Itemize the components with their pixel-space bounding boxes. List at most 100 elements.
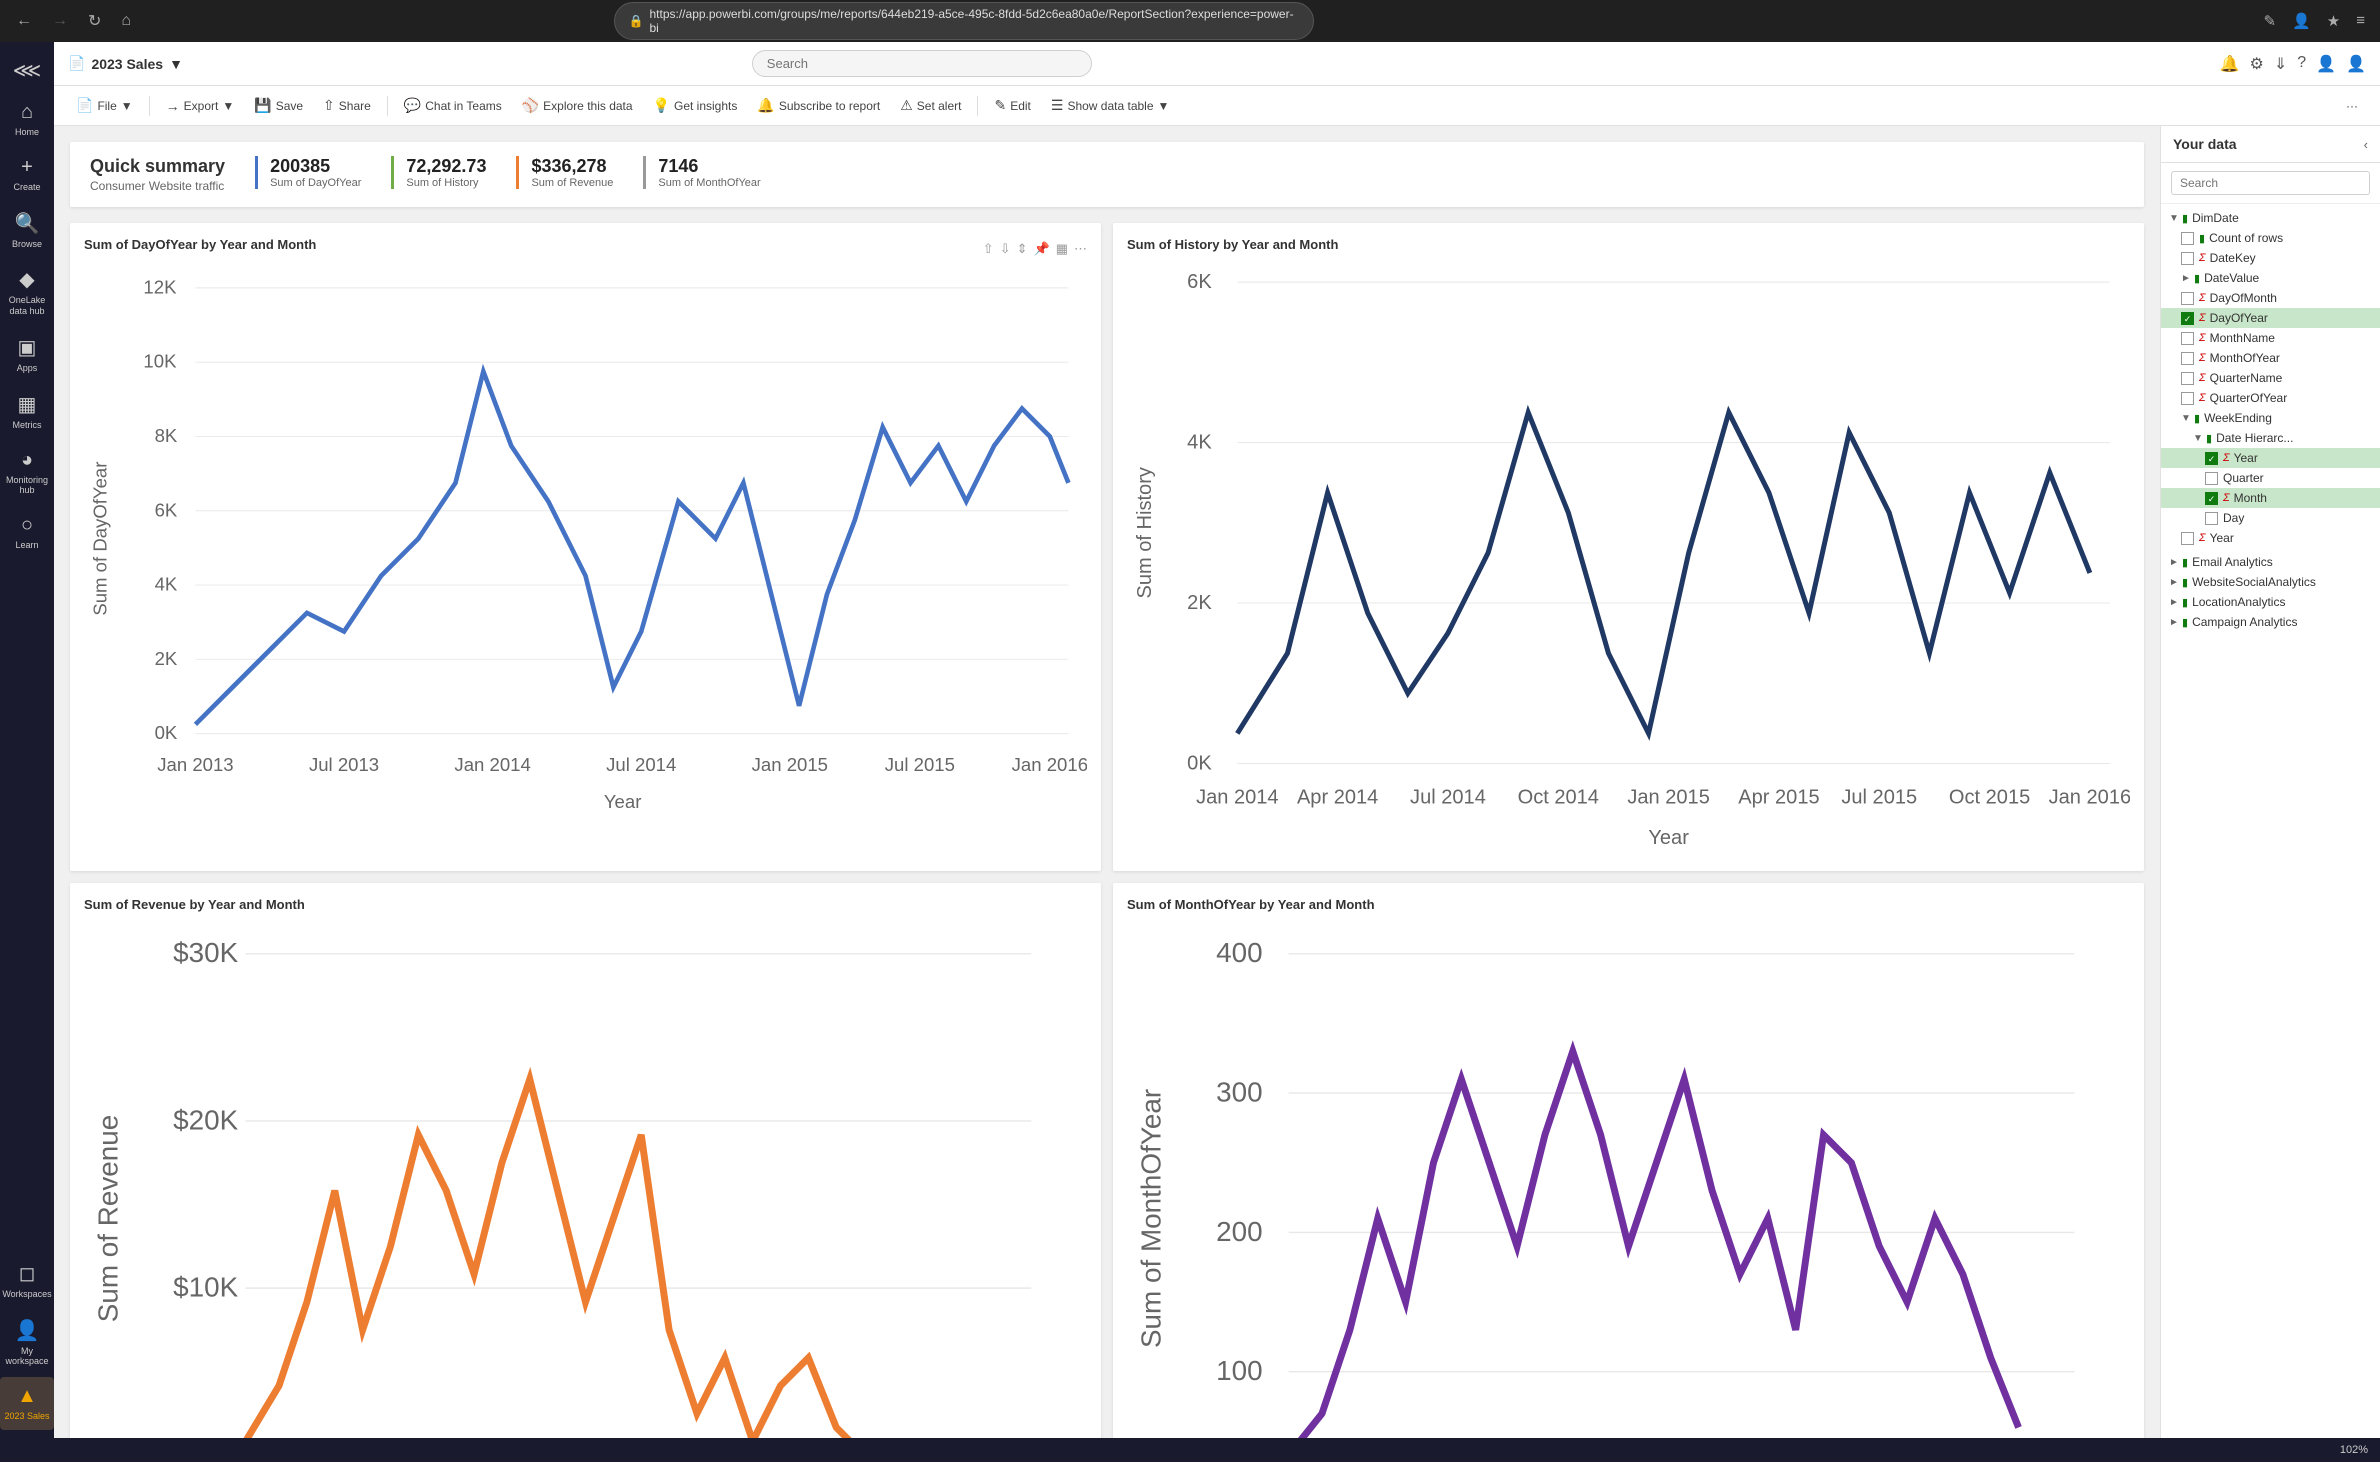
insights-button[interactable]: 💡 Get insights	[645, 93, 746, 118]
settings-icon[interactable]: ⚙	[2249, 54, 2263, 74]
table-button[interactable]: ☰ Show data table ▼	[1043, 93, 1178, 118]
dimdate-label: DimDate	[2192, 211, 2239, 225]
svg-text:Jul 2013: Jul 2013	[309, 754, 379, 775]
tree-location-analytics[interactable]: ► ▮ LocationAnalytics	[2161, 592, 2380, 612]
collapse-panel-button[interactable]: ‹	[2364, 137, 2368, 152]
cb-datekey[interactable]	[2181, 252, 2194, 265]
tree-count-rows[interactable]: ▮ Count of rows	[2161, 228, 2380, 248]
sidebar-item-waffle[interactable]: ⋘	[0, 50, 54, 91]
quick-summary: Quick summary Consumer Website traffic 2…	[70, 142, 2144, 207]
panel-title: Your data	[2173, 136, 2237, 152]
cb-month[interactable]	[2205, 492, 2218, 505]
tree-quarterofyear[interactable]: Σ QuarterOfYear	[2161, 388, 2380, 408]
forward-button[interactable]: →	[46, 10, 74, 32]
chart1-sort-col[interactable]: ⇕	[1017, 241, 1028, 257]
top-bar-icons: 🔔 ⚙ ⇓ ? 👤 👤	[2220, 54, 2366, 74]
charts-grid: Sum of DayOfYear by Year and Month ⇧ ⇩ ⇕…	[70, 223, 2144, 1438]
share-button[interactable]: ⇧ Share	[315, 93, 379, 118]
dayofmonth-sigma: Σ	[2199, 292, 2206, 304]
cb-year-plain[interactable]	[2181, 532, 2194, 545]
reload-button[interactable]: ↻	[82, 9, 107, 33]
cb-year[interactable]	[2205, 452, 2218, 465]
address-bar[interactable]: 🔒 https://app.powerbi.com/groups/me/repo…	[614, 2, 1314, 40]
cb-quartername[interactable]	[2181, 372, 2194, 385]
qs-heading: Quick summary	[90, 156, 225, 177]
tree-dayofmonth[interactable]: Σ DayOfMonth	[2161, 288, 2380, 308]
sidebar-item-learn[interactable]: ○ Learn	[0, 506, 54, 559]
tree-monthname[interactable]: Σ MonthName	[2161, 328, 2380, 348]
file-button[interactable]: 📄 File ▼	[68, 93, 141, 118]
top-bar: 📄 2023 Sales ▼ 🔔 ⚙ ⇓ ? 👤 👤	[54, 42, 2380, 86]
tree-campaign-analytics[interactable]: ► ▮ Campaign Analytics	[2161, 612, 2380, 632]
sidebar-item-my-workspace[interactable]: 👤 My workspace	[0, 1310, 54, 1376]
tree-email-analytics[interactable]: ► ▮ Email Analytics	[2161, 552, 2380, 572]
bookmark-icon[interactable]: ★	[2322, 10, 2345, 32]
dropdown-arrow[interactable]: ▼	[169, 56, 183, 72]
sidebar-item-create[interactable]: + Create	[0, 148, 54, 201]
explore-button[interactable]: ⚾ Explore this data	[514, 93, 641, 118]
cb-day[interactable]	[2205, 512, 2218, 525]
sidebar-item-onelake[interactable]: ◆ OneLake data hub	[0, 259, 54, 325]
sep2	[387, 96, 388, 116]
settings-icon[interactable]: ≡	[2351, 10, 2370, 32]
export-button[interactable]: → Export ▼	[158, 94, 243, 118]
sidebar-item-monitoring[interactable]: ◕ Monitoring hub	[0, 441, 54, 505]
profile-icon[interactable]: 👤	[2287, 10, 2316, 32]
chart1-more[interactable]: ⋯	[1074, 241, 1087, 257]
chart1-type[interactable]: ▦	[1056, 241, 1068, 257]
svg-text:Jan 2016: Jan 2016	[2049, 787, 2130, 809]
cb-quarterofyear[interactable]	[2181, 392, 2194, 405]
sidebar-item-metrics[interactable]: ▦ Metrics	[0, 384, 54, 439]
svg-text:400: 400	[1216, 937, 1262, 968]
sidebar-item-workspaces[interactable]: ◻ Workspaces	[0, 1253, 54, 1308]
sidebar-item-home[interactable]: ⌂ Home	[0, 93, 54, 146]
chart1-sort-desc[interactable]: ⇩	[1000, 241, 1011, 257]
help-icon[interactable]: ?	[2297, 54, 2306, 74]
download-icon[interactable]: ⇓	[2274, 54, 2287, 74]
chart1-pin[interactable]: 📌	[1034, 241, 1050, 257]
cb-dayofmonth[interactable]	[2181, 292, 2194, 305]
search-input[interactable]	[752, 50, 1092, 77]
stat-history-label: Sum of History	[406, 177, 486, 189]
tree-month-checked[interactable]: Σ Month	[2161, 488, 2380, 508]
cb-monthofyear[interactable]	[2181, 352, 2194, 365]
svg-text:100: 100	[1216, 1355, 1262, 1386]
edit-button[interactable]: ✎ Edit	[986, 93, 1038, 118]
alert-button[interactable]: ⚠ Set alert	[892, 93, 969, 118]
share-icon[interactable]: 👤	[2316, 54, 2336, 74]
extensions-icon[interactable]: ✎	[2258, 10, 2281, 32]
avatar[interactable]: 👤	[2346, 54, 2366, 74]
tree-year-plain[interactable]: Σ Year	[2161, 528, 2380, 548]
tree-website-social[interactable]: ► ▮ WebsiteSocialAnalytics	[2161, 572, 2380, 592]
cb-dayofyear[interactable]	[2181, 312, 2194, 325]
sales-icon: ▲	[17, 1385, 37, 1408]
tree-datekey[interactable]: Σ DateKey	[2161, 248, 2380, 268]
sidebar-item-browse[interactable]: 🔍 Browse	[0, 203, 54, 258]
notification-icon[interactable]: 🔔	[2220, 54, 2240, 74]
filter-search-input[interactable]	[2171, 171, 2370, 195]
cb-monthname[interactable]	[2181, 332, 2194, 345]
tree-quarter[interactable]: Quarter	[2161, 468, 2380, 488]
home-button[interactable]: ⌂	[115, 10, 137, 32]
tree-datevalue[interactable]: ► ▮ DateValue	[2161, 268, 2380, 288]
tree-year-checked[interactable]: Σ Year	[2161, 448, 2380, 468]
tree-dayofyear[interactable]: Σ DayOfYear	[2161, 308, 2380, 328]
save-button[interactable]: 💾 Save	[246, 93, 311, 118]
sidebar-item-2023sales[interactable]: ▲ 2023 Sales	[0, 1377, 54, 1430]
more-button[interactable]: ···	[2338, 95, 2366, 117]
cb-count-rows[interactable]	[2181, 232, 2194, 245]
sales-label: 2023 Sales	[4, 1411, 49, 1422]
subscribe-button[interactable]: 🔔 Subscribe to report	[749, 93, 888, 118]
back-button[interactable]: ←	[10, 10, 38, 32]
chat-button[interactable]: 💬 Chat in Teams	[396, 93, 510, 118]
cb-quarter[interactable]	[2205, 472, 2218, 485]
sidebar-item-apps[interactable]: ▣ Apps	[0, 327, 54, 382]
tree-quartername[interactable]: Σ QuarterName	[2161, 368, 2380, 388]
tree-monthofyear[interactable]: Σ MonthOfYear	[2161, 348, 2380, 368]
chart1-sort-asc[interactable]: ⇧	[983, 241, 994, 257]
tree-date-hierarc[interactable]: ▼ ▮ Date Hierarc...	[2161, 428, 2380, 448]
svg-text:2K: 2K	[155, 648, 178, 669]
tree-weekending[interactable]: ▼ ▮ WeekEnding	[2161, 408, 2380, 428]
tree-day[interactable]: Day	[2161, 508, 2380, 528]
tree-dimdate[interactable]: ▼ ▮ DimDate	[2161, 208, 2380, 228]
